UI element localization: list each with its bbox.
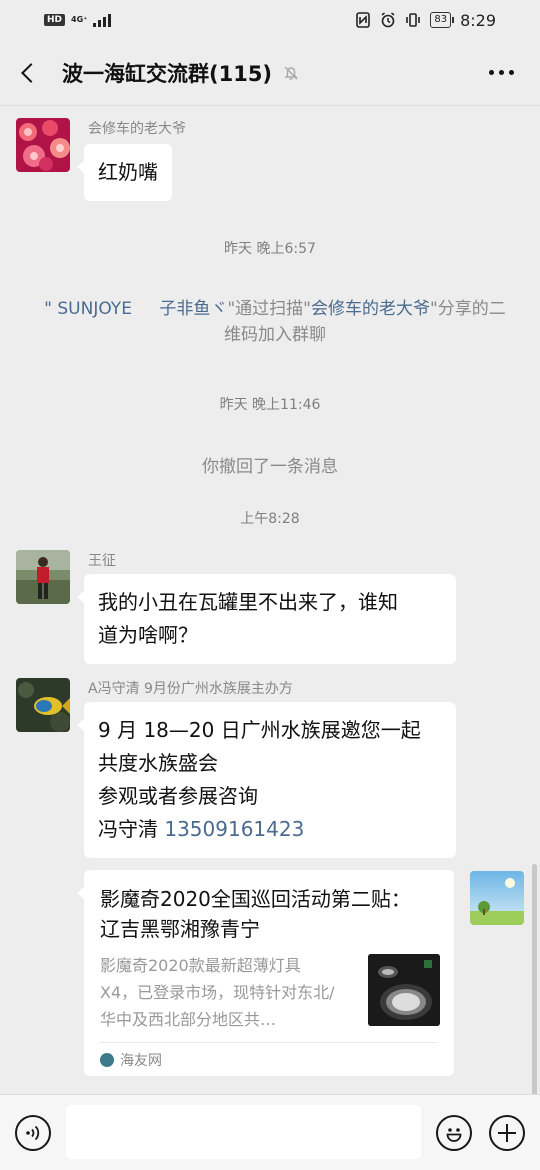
- message-bubble[interactable]: 红奶嘴: [77, 144, 172, 201]
- clock: 8:29: [460, 10, 496, 30]
- message-item: 会修车的老大爷 红奶嘴: [16, 118, 516, 201]
- chat-title: 波一海缸交流群(115): [62, 61, 273, 86]
- card-title: 影魔奇2020全国巡回活动第二贴： 辽吉黑鄂湘豫青宁: [100, 887, 411, 941]
- message-text: 参观或者参展咨询: [98, 784, 258, 808]
- voice-button[interactable]: [15, 1115, 51, 1151]
- vibrate-icon: [406, 13, 421, 27]
- signal-icon: [93, 13, 112, 27]
- message-item: A冯守清 9月份广州水族展主办方 9 月 18—20 日广州水族展邀您一起 共度…: [16, 678, 516, 858]
- link-card[interactable]: 影魔奇2020全国巡回活动第二贴： 辽吉黑鄂湘豫青宁 影魔奇2020款最新超薄灯…: [77, 870, 454, 1076]
- plus-button[interactable]: [489, 1115, 525, 1151]
- plus-icon: [498, 1124, 516, 1142]
- member-link[interactable]: " SUNJOYE: [44, 299, 132, 319]
- message-text: 冯守清 13509161423: [98, 813, 442, 846]
- avatar[interactable]: [16, 550, 70, 604]
- message-bubble[interactable]: 我的小丑在瓦罐里不出来了，谁知 道为啥啊？: [77, 574, 456, 664]
- fish-avatar-icon: [16, 678, 70, 732]
- voice-icon: [26, 1125, 40, 1141]
- message-text: 9 月 18—20 日广州水族展邀您一起: [98, 718, 421, 742]
- chat-header: 波一海缸交流群(115): [0, 40, 540, 106]
- back-icon[interactable]: [21, 62, 41, 83]
- more-icon[interactable]: [489, 70, 514, 75]
- card-divider: [100, 1042, 438, 1043]
- my-avatar[interactable]: [470, 871, 524, 925]
- avatar[interactable]: [16, 678, 70, 732]
- sender-name: A冯守清 9月份广州水族展主办方: [88, 681, 293, 697]
- source-name: 海友网: [120, 1053, 162, 1069]
- message-text: 我的小丑在瓦罐里不出来了，谁知: [98, 590, 398, 614]
- chat-area[interactable]: 会修车的老大爷 红奶嘴 昨天 晚上6:57 " SUNJOYE 子非鱼ヾ"通过扫…: [0, 106, 540, 1170]
- source-icon: [100, 1053, 114, 1067]
- contact-name: 冯守清: [98, 817, 165, 841]
- message-text: 共度水族盛会: [98, 751, 218, 775]
- mute-icon: [284, 66, 298, 80]
- input-bar: [0, 1094, 540, 1170]
- status-right: 83 8:29: [355, 11, 496, 30]
- message-item: 王征 我的小丑在瓦罐里不出来了，谁知 道为啥啊？: [16, 550, 516, 664]
- member-link[interactable]: 子非鱼ヾ: [159, 299, 227, 319]
- landscape-avatar-icon: [470, 871, 524, 925]
- recall-notice: 你撤回了一条消息: [202, 457, 338, 477]
- timestamp: 昨天 晚上11:46: [219, 397, 321, 413]
- timestamp: 上午8:28: [240, 511, 300, 527]
- message-input[interactable]: [66, 1105, 421, 1159]
- phone-link[interactable]: 13509161423: [164, 817, 304, 841]
- message-bubble[interactable]: 9 月 18—20 日广州水族展邀您一起 共度水族盛会 参观或者参展咨询 冯守清…: [77, 702, 456, 858]
- status-left: HD 4G⁺: [44, 13, 112, 27]
- system-message: " SUNJOYE 子非鱼ヾ"通过扫描"会修车的老大爷"分享的二维码加入群聊: [40, 296, 510, 348]
- card-description: 影魔奇2020款最新超薄灯具X4，已登录市场，现特针对东北/华中及西北部分地区共…: [100, 956, 335, 1029]
- avatar[interactable]: [16, 118, 70, 172]
- alarm-icon: [381, 12, 395, 28]
- inviter-link[interactable]: 会修车的老大爷: [311, 299, 430, 319]
- emoji-icon: [446, 1128, 462, 1142]
- network-label: 4G⁺: [71, 15, 88, 24]
- emoji-button[interactable]: [436, 1115, 472, 1151]
- hd-badge: HD: [44, 14, 66, 26]
- person-avatar-icon: [16, 550, 70, 604]
- nfc-icon: [356, 12, 371, 28]
- message-text: 道为啥啊？: [98, 623, 198, 647]
- timestamp: 昨天 晚上6:57: [224, 241, 316, 257]
- system-text: "通过扫描": [227, 299, 311, 319]
- battery-icon: 83: [430, 12, 454, 28]
- card-thumbnail: [368, 954, 440, 1026]
- jellyfish-avatar-icon: [16, 118, 70, 172]
- sender-name: 王征: [88, 553, 116, 569]
- network-type: 4G⁺: [71, 16, 87, 24]
- card-source: 海友网: [100, 1050, 162, 1070]
- sender-name: 会修车的老大爷: [88, 121, 186, 137]
- message-text: 红奶嘴: [98, 160, 158, 184]
- lamp-thumbnail-icon: [368, 954, 440, 1026]
- status-bar: HD 4G⁺ 83 8:29: [0, 0, 540, 40]
